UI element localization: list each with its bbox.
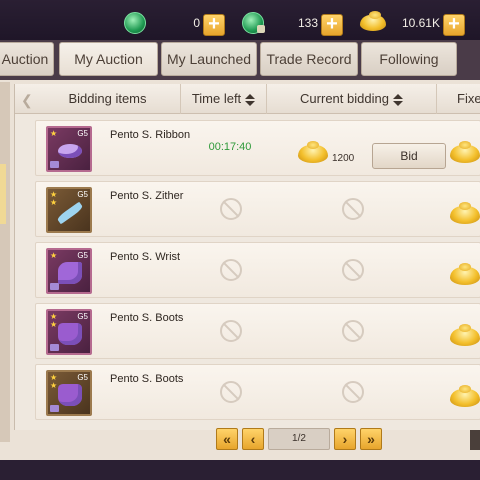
boots-item-icon: ★ ★ G5 xyxy=(46,309,92,355)
no-bid-icon xyxy=(342,259,364,281)
table-row[interactable]: ★★G5 Pento S. Zither 5 xyxy=(35,181,480,237)
no-time-icon xyxy=(220,320,242,342)
item-name: Pento S. Zither xyxy=(110,190,184,202)
gold-ingot-icon xyxy=(450,263,480,285)
no-bid-icon xyxy=(342,381,364,403)
sort-icon xyxy=(392,93,403,106)
add-gold-button[interactable]: + xyxy=(443,14,465,36)
tab-bar: Auction My Auction My Launched Trade Rec… xyxy=(0,40,480,80)
scroll-handle[interactable] xyxy=(470,430,480,450)
col-fixed-price: Fixe xyxy=(457,91,480,106)
last-page-button[interactable]: » xyxy=(360,428,382,450)
page-indicator: 1/2 xyxy=(268,428,330,450)
category-sidebar[interactable] xyxy=(0,82,10,442)
jade-amount: 0 xyxy=(193,16,200,30)
bidding-table: ❮ Bidding items Time left Current biddin… xyxy=(14,84,480,430)
item-name: Pento S. Boots xyxy=(110,373,184,385)
add-jade-button[interactable]: + xyxy=(203,14,225,36)
tab-trade-record[interactable]: Trade Record xyxy=(260,42,358,76)
jade-gem-icon xyxy=(124,12,146,34)
col-bidding-items: Bidding items xyxy=(35,84,181,114)
no-time-icon xyxy=(220,198,242,220)
table-row[interactable]: ★G5 Pento S. Wrist 5 xyxy=(35,242,480,298)
item-name: Pento S. Wrist xyxy=(110,251,181,263)
gold-ingot-icon xyxy=(360,11,386,34)
gold-amount: 10.61K xyxy=(401,16,440,30)
first-page-button[interactable]: « xyxy=(216,428,238,450)
tab-following[interactable]: Following xyxy=(361,42,457,76)
bid-button[interactable]: Bid xyxy=(372,143,446,169)
wrist-item-icon: ★ G5 xyxy=(46,248,92,294)
item-name: Pento S. Boots xyxy=(110,312,184,324)
sort-icon xyxy=(245,93,256,106)
zither-item-icon: ★ ★ G5 xyxy=(46,187,92,233)
no-bid-icon xyxy=(342,198,364,220)
gold-ingot-icon xyxy=(450,141,480,163)
prev-page-button[interactable]: ‹ xyxy=(242,428,264,450)
currency-bar: 0 + 133 + 10.61K + xyxy=(0,0,480,40)
table-header: ❮ Bidding items Time left Current biddin… xyxy=(15,84,480,114)
add-bound-jade-button[interactable]: + xyxy=(321,14,343,36)
tab-auction[interactable]: Auction xyxy=(0,42,54,76)
no-bid-icon xyxy=(342,320,364,342)
bound-jade-icon xyxy=(242,12,265,34)
no-time-icon xyxy=(220,381,242,403)
table-row[interactable]: ★★G5 Pento S. Boots 5 xyxy=(35,364,480,420)
gold-ingot-icon xyxy=(450,385,480,407)
boots-item-icon: ★ ★ G5 xyxy=(46,370,92,416)
chevron-left-icon[interactable]: ❮ xyxy=(21,92,33,108)
no-time-icon xyxy=(220,259,242,281)
next-page-button[interactable]: › xyxy=(334,428,356,450)
col-time-left[interactable]: Time left xyxy=(181,84,267,114)
tab-my-auction[interactable]: My Auction xyxy=(59,42,158,76)
bottom-bar xyxy=(0,460,480,480)
table-row[interactable]: ★★G5 Pento S. Boots 4 xyxy=(35,303,480,359)
item-name: Pento S. Ribbon xyxy=(110,129,191,141)
time-left: 00:17:40 xyxy=(208,141,252,153)
col-current-bidding[interactable]: Current bidding xyxy=(267,84,437,114)
ribbon-item-icon: ★ G5 xyxy=(46,126,92,172)
current-bid-value: 1200 xyxy=(332,153,355,164)
gold-ingot-icon xyxy=(450,324,480,346)
gold-ingot-icon xyxy=(298,141,328,163)
bound-jade-amount: 133 xyxy=(297,16,318,30)
tab-my-launched[interactable]: My Launched xyxy=(161,42,257,76)
gold-ingot-icon xyxy=(450,202,480,224)
table-row[interactable]: ★G5 Pento S. Ribbon 00:17:40 1200 Bid 24 xyxy=(35,120,480,176)
